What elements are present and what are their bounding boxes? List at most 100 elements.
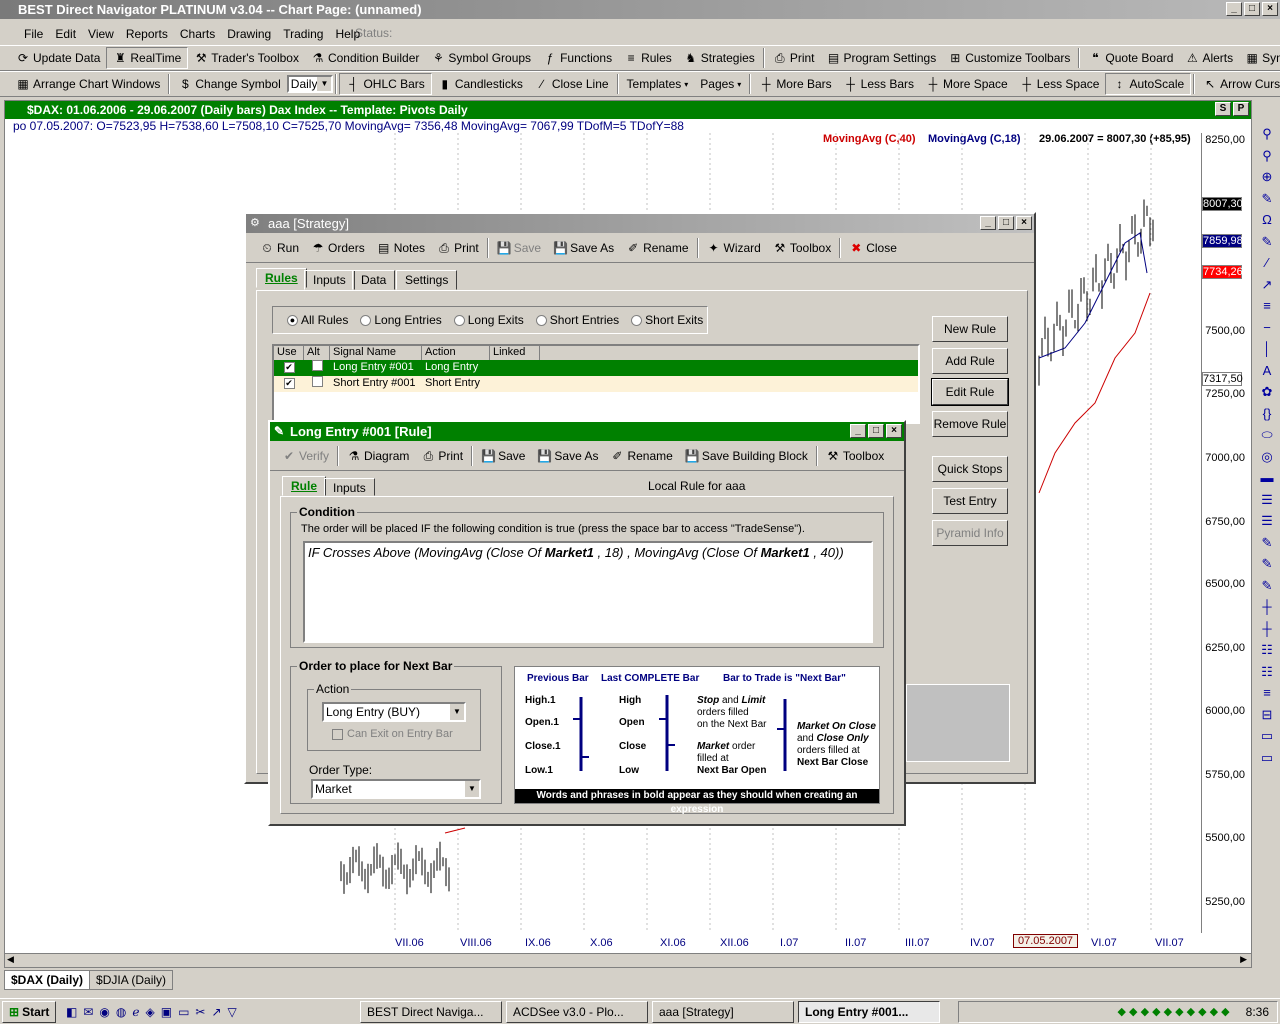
tool-icon[interactable]: ✂ (195, 1005, 205, 1019)
draw-tool-icon[interactable]: Ω (1254, 212, 1280, 234)
arrange-windows-button[interactable]: ▦ Arrange Chart Windows (10, 73, 166, 95)
strategy-close-button[interactable]: × (1016, 216, 1032, 230)
menu-reports[interactable]: Reports (126, 27, 168, 41)
use-checkbox[interactable]: ✔ (274, 360, 304, 376)
column-header-alt[interactable]: Alt (304, 346, 330, 360)
draw-tool-icon[interactable]: ⚲ (1254, 148, 1280, 170)
draw-tool-icon[interactable]: ▭ (1254, 750, 1280, 772)
task-rule[interactable]: Long Entry #001... (798, 1000, 940, 1023)
draw-tool-icon[interactable]: ☰ (1254, 492, 1280, 514)
draw-tool-icon[interactable]: ≡ (1254, 298, 1280, 320)
strategy-notes-button[interactable]: ▤ Notes (371, 237, 431, 259)
functions-button[interactable]: ƒ Functions (537, 47, 618, 69)
strategy-tab-inputs[interactable]: Inputs (304, 270, 355, 290)
rule-rename-button[interactable]: ✐ Rename (604, 445, 678, 467)
strategy-toolbox-button[interactable]: ⚒ Toolbox (767, 237, 837, 259)
scroll-right-icon[interactable]: ▶ (1240, 954, 1247, 965)
mail-icon[interactable]: ✉ (83, 1005, 93, 1019)
draw-tool-icon[interactable]: A (1254, 363, 1280, 385)
rule-save-building-block-button[interactable]: 💾 Save Building Block (679, 445, 814, 467)
strategy-save-button[interactable]: 💾 Save (491, 237, 547, 259)
strategy-run-button[interactable]: ⏲ Run (254, 237, 305, 259)
media-icon[interactable]: ▣ (161, 1005, 172, 1019)
draw-tool-icon[interactable]: ✎ (1254, 556, 1280, 578)
menu-trading[interactable]: Trading (283, 27, 323, 41)
strategy-tab-settings[interactable]: Settings (396, 270, 458, 290)
close-line-button[interactable]: ∕ Close Line (529, 73, 615, 95)
draw-tool-icon[interactable]: ⊕ (1254, 169, 1280, 191)
draw-tool-icon[interactable]: ▭ (1254, 728, 1280, 750)
menu-help[interactable]: Help (335, 27, 360, 41)
symbol-grid-button[interactable]: ▦Symbol Grid (1239, 47, 1280, 69)
triangle-icon[interactable]: ▽ (228, 1005, 237, 1019)
more-space-button[interactable]: ┼ More Space (920, 73, 1014, 95)
tab-dax[interactable]: $DAX (Daily) (4, 970, 91, 990)
radio-all-rules[interactable]: ● All Rules (287, 313, 348, 327)
draw-tool-icon[interactable]: ⬭ (1254, 427, 1280, 449)
menu-edit[interactable]: Edit (55, 27, 76, 41)
start-button[interactable]: ⊞ Start (2, 1000, 56, 1023)
radio-short-exits[interactable]: Short Exits (631, 313, 703, 327)
draw-tool-icon[interactable]: │ (1254, 341, 1280, 363)
column-header-linked[interactable]: Linked (490, 346, 540, 360)
draw-tool-icon[interactable]: ✎ (1254, 191, 1280, 213)
autoscale-button[interactable]: ↕ AutoScale (1105, 73, 1192, 95)
draw-tool-icon[interactable]: ☷ (1254, 642, 1280, 664)
templates-menu[interactable]: Templates ▾ (621, 73, 695, 95)
rule-minimize-button[interactable]: _ (850, 424, 866, 438)
radio-long-entries[interactable]: Long Entries (360, 313, 442, 327)
action-select[interactable]: Long Entry (BUY) ▼ (322, 702, 466, 722)
draw-tool-icon[interactable]: ✎ (1254, 234, 1280, 256)
condition-expression-editor[interactable]: IF Crosses Above (MovingAvg (Close Of Ma… (303, 541, 873, 643)
draw-tool-icon[interactable]: ◎ (1254, 449, 1280, 471)
draw-tool-icon[interactable]: ▬ (1254, 470, 1280, 492)
strategies-button[interactable]: ♞ Strategies (678, 47, 761, 69)
symbol-groups-button[interactable]: ⚘ Symbol Groups (425, 47, 537, 69)
strategy-rename-button[interactable]: ✐ Rename (620, 237, 694, 259)
globe-icon[interactable]: ◍ (116, 1005, 126, 1019)
candlesticks-button[interactable]: ▮ Candlesticks (432, 73, 529, 95)
rule-close-button[interactable]: × (886, 424, 902, 438)
realtime-button[interactable]: ♜ RealTime (106, 47, 189, 69)
more-bars-button[interactable]: ┼ More Bars (753, 73, 837, 95)
trader-s-toolbox-button[interactable]: ⚒ Trader's Toolbox (188, 47, 305, 69)
rule-print-button[interactable]: ⎙ Print (415, 445, 469, 467)
table-row[interactable]: ✔ Long Entry #001 Long Entry (274, 360, 918, 376)
rule-toolbox-button[interactable]: ⚒ Toolbox (820, 445, 890, 467)
rule-save-button[interactable]: 💾 Save (475, 445, 531, 467)
task-acdsee[interactable]: ACDSee v3.0 - Plo... (506, 1000, 648, 1023)
draw-tool-icon[interactable]: {} (1254, 406, 1280, 428)
pages-menu[interactable]: Pages ▾ (694, 73, 747, 95)
window-icon[interactable]: ▭ (178, 1005, 189, 1019)
program-settings-button[interactable]: ▤ Program Settings (821, 47, 943, 69)
p-button[interactable]: P (1233, 102, 1249, 116)
condition-builder-button[interactable]: ⚗ Condition Builder (305, 47, 425, 69)
update-data-button[interactable]: ⟳ Update Data (10, 47, 106, 69)
alt-checkbox[interactable] (304, 376, 330, 392)
draw-tool-icon[interactable]: − (1254, 320, 1280, 342)
use-checkbox[interactable]: ✔ (274, 376, 304, 392)
chart-icon[interactable]: ↗ (211, 1005, 221, 1019)
strategy-close-button[interactable]: ✖ Close (843, 237, 903, 259)
draw-tool-icon[interactable]: ┼ (1254, 621, 1280, 643)
less-space-button[interactable]: ┼ Less Space (1014, 73, 1106, 95)
s-button[interactable]: S (1215, 102, 1231, 116)
order-type-select[interactable]: Market ▼ (311, 779, 481, 799)
column-header-use[interactable]: Use (274, 346, 304, 360)
change-symbol-button[interactable]: $ Change Symbol (172, 73, 286, 95)
draw-tool-icon[interactable]: ⚲ (1254, 126, 1280, 148)
task-navigator[interactable]: BEST Direct Naviga... (360, 1000, 502, 1023)
explorer-icon[interactable]: ◧ (66, 1005, 77, 1019)
rule-save-as-button[interactable]: 💾 Save As (531, 445, 604, 467)
alerts-button[interactable]: ⚠ Alerts (1179, 47, 1239, 69)
menu-charts[interactable]: Charts (180, 27, 215, 41)
rule-maximize-button[interactable]: □ (868, 424, 884, 438)
draw-tool-icon[interactable]: ✎ (1254, 535, 1280, 557)
remove-rule-button[interactable]: Remove Rule (932, 411, 1008, 437)
close-button[interactable]: × (1262, 2, 1278, 16)
rule-verify-button[interactable]: ✔ Verify (276, 445, 335, 467)
print-button[interactable]: ⎙ Print (767, 47, 821, 69)
scroll-left-icon[interactable]: ◀ (7, 954, 14, 965)
rules-button[interactable]: ≡ Rules (618, 47, 678, 69)
less-bars-button[interactable]: ┼ Less Bars (838, 73, 920, 95)
